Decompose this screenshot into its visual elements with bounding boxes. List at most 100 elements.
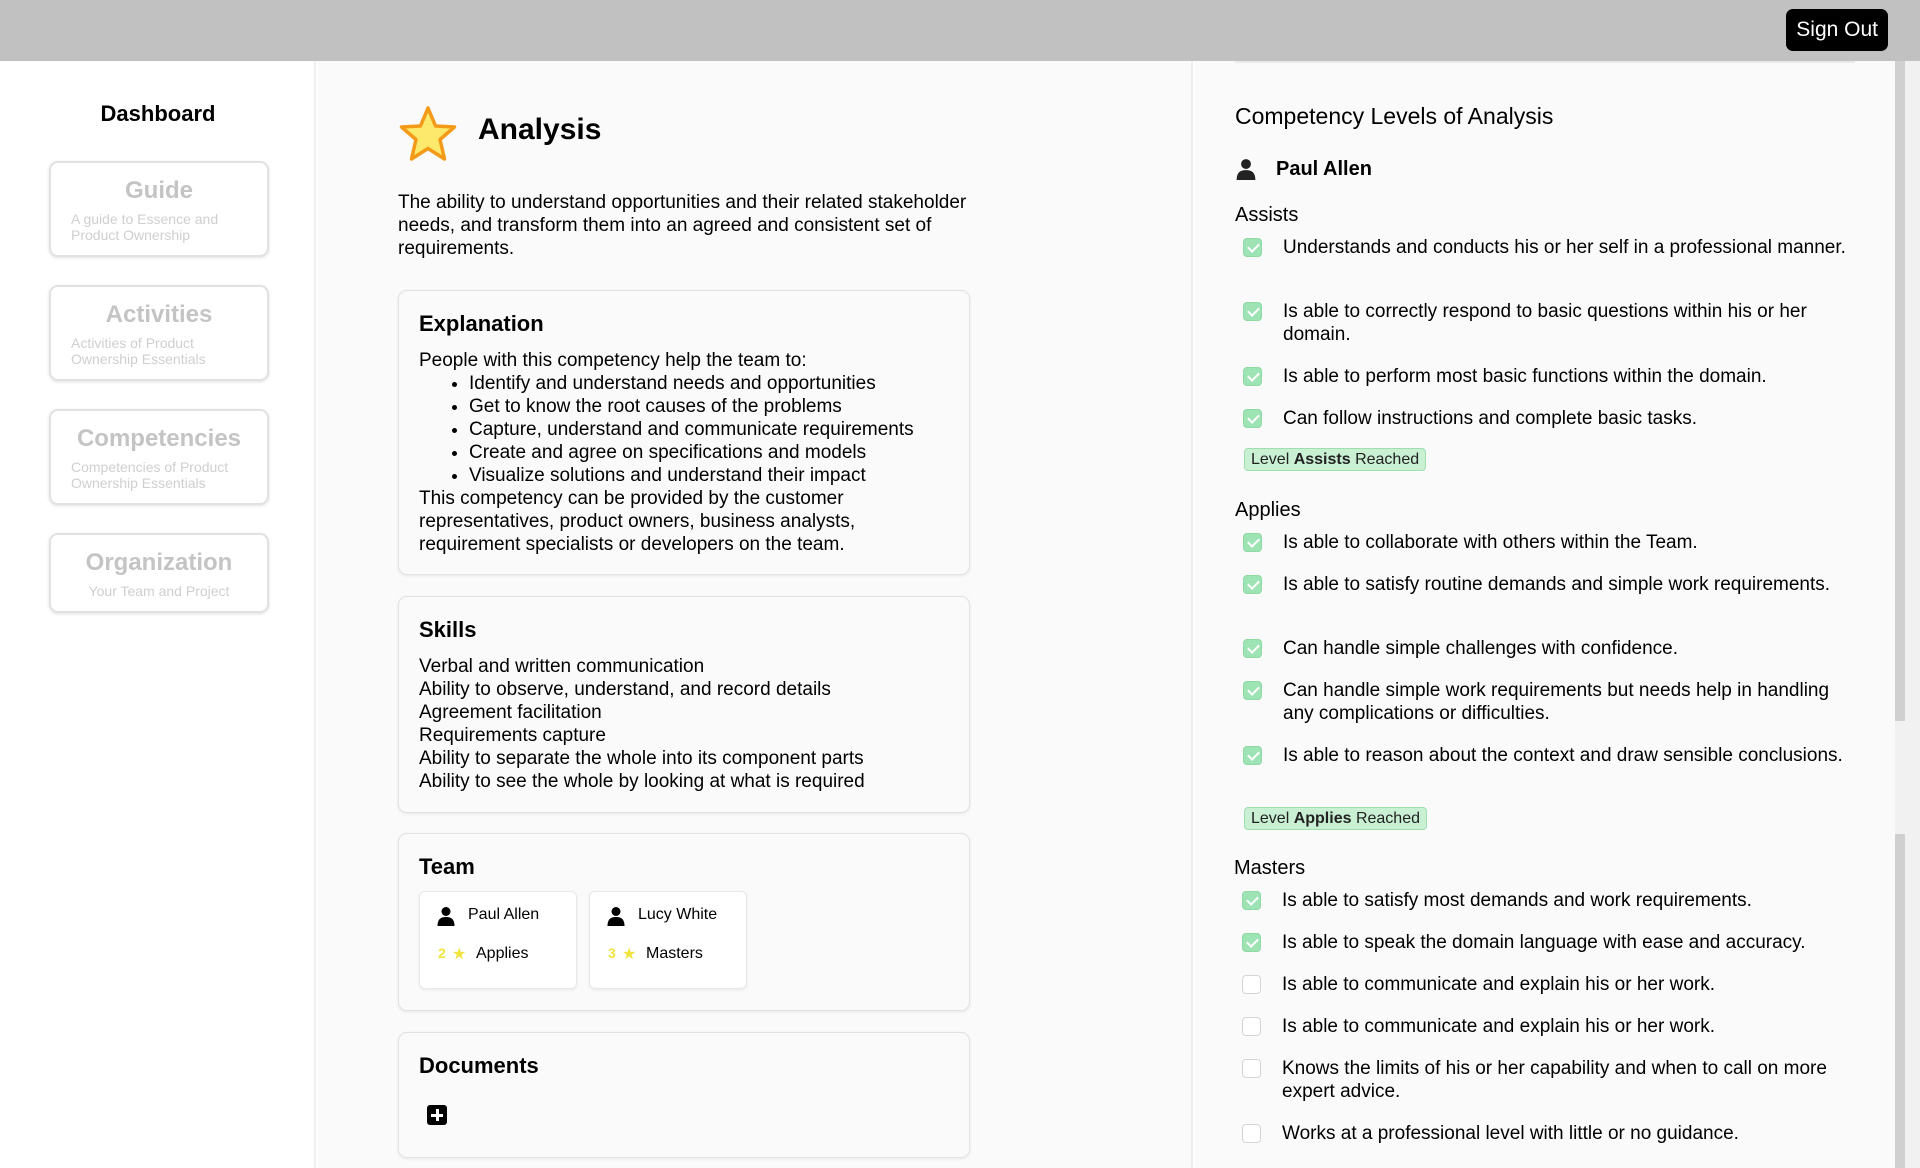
criterion-text: Is able to communicate and explain his o… [1282,1016,1715,1037]
criterion-checkbox[interactable] [1242,933,1261,952]
divider [1235,61,1855,63]
criterion-checkbox[interactable] [1243,409,1262,428]
level-heading-masters: Masters [1234,857,1306,879]
member-level-number: 3 [608,945,616,961]
user-icon [437,907,455,926]
explanation-card: Explanation People with this competency … [398,290,970,575]
skill-item: Ability to see the whole by looking at w… [419,771,865,792]
member-level-number: 2 [438,945,446,961]
criterion-text: Is able to speak the domain language wit… [1282,932,1806,953]
star-icon: ★ [452,946,467,963]
explanation-outro: This competency can be provided by the c… [419,488,856,555]
level-reached-badge: Level Assists Reached [1244,448,1427,471]
list-item: Capture, understand and communicate requ… [469,418,949,441]
star-icon [399,106,457,161]
criterion-text: Can handle simple challenges with confid… [1283,638,1679,659]
team-member-card[interactable]: Lucy White 3 ★ Masters [589,891,747,989]
skills-card: Skills Verbal and written communication … [398,596,970,813]
explanation-heading: Explanation [419,311,544,336]
criterion-checkbox[interactable] [1243,367,1262,386]
user-icon [607,907,625,926]
star-icon: ★ [622,946,637,963]
skills-heading: Skills [419,617,477,642]
criterion-checkbox[interactable] [1243,746,1262,765]
page-title: Analysis [478,113,602,146]
list-item: Identify and understand needs and opport… [469,372,949,395]
criterion-checkbox[interactable] [1243,575,1262,594]
documents-heading: Documents [419,1053,539,1078]
skill-item: Verbal and written communication [419,656,705,677]
sidebar-item-guide[interactable]: Guide A guide to Essence and Product Own… [49,161,269,257]
team-heading: Team [419,854,475,879]
explanation-intro: People with this competency help the tea… [419,350,807,371]
sidebar-item-title: Guide [124,177,193,204]
sidebar-item-subtitle: Your Team and Project [88,583,230,599]
skill-item: Agreement facilitation [419,702,602,723]
competency-detail-panel: Analysis The ability to understand oppor… [318,61,1193,1168]
criterion-text: Works at a professional level with littl… [1282,1123,1739,1144]
person-name: Paul Allen [1276,158,1372,180]
explanation-list: Identify and understand needs and opport… [469,372,949,487]
criterion-checkbox[interactable] [1242,975,1261,994]
criterion-text: Is able to reason about the context and … [1283,745,1843,766]
criterion-text: Is able to satisfy most demands and work… [1282,890,1752,911]
documents-card: Documents [398,1032,970,1158]
criterion-text: Is able to perform most basic functions … [1283,366,1767,387]
sidebar-item-competencies[interactable]: Competencies Competencies of Product Own… [49,409,269,505]
badge-level: Assists [1293,451,1351,468]
sidebar-item-subtitle: Activities of Product Ownership Essentia… [71,335,206,367]
skill-item: Ability to separate the whole into its c… [419,748,864,769]
dashboard-title: Dashboard [100,101,216,126]
top-bar: Sign Out [0,0,1920,61]
criterion-checkbox[interactable] [1242,1124,1261,1143]
sidebar-item-title: Activities [105,301,213,328]
scrollbar-thumb[interactable] [1895,61,1905,721]
levels-title: Competency Levels of Analysis [1235,103,1554,129]
criterion-checkbox[interactable] [1243,681,1262,700]
member-level: Applies [476,945,529,962]
sidebar-item-subtitle: A guide to Essence and Product Ownership [71,211,219,243]
skill-item: Ability to observe, understand, and reco… [419,679,831,700]
criterion-checkbox[interactable] [1242,1017,1261,1036]
criterion-checkbox[interactable] [1243,238,1262,257]
sidebar-item-title: Competencies [76,425,242,452]
team-member-card[interactable]: Paul Allen 2 ★ Applies [419,891,577,989]
list-item: Get to know the root causes of the probl… [469,395,949,418]
criterion-text: Is able to communicate and explain his o… [1282,974,1715,995]
criterion-text: Is able to collaborate with others withi… [1283,532,1698,553]
sidebar-item-subtitle: Competencies of Product Ownership Essent… [71,459,229,491]
level-heading-assists: Assists [1235,204,1299,226]
criterion-text: Is able to correctly respond to basic qu… [1283,301,1807,345]
badge-suffix: Reached [1351,810,1420,827]
member-name: Paul Allen [468,906,540,923]
badge-prefix: Level [1251,810,1294,827]
sidebar-item-title: Organization [85,549,233,576]
criterion-checkbox[interactable] [1243,533,1262,552]
criterion-checkbox[interactable] [1243,302,1262,321]
scrollbar[interactable] [1895,61,1920,1168]
criterion-checkbox[interactable] [1243,639,1262,658]
badge-prefix: Level [1251,451,1294,468]
sidebar-item-organization[interactable]: Organization Your Team and Project [49,533,269,613]
list-item: Create and agree on specifications and m… [469,441,949,464]
level-heading-applies: Applies [1235,499,1301,521]
level-reached-badge: Level Applies Reached [1244,807,1427,830]
list-item: Visualize solutions and understand their… [469,464,949,487]
badge-suffix: Reached [1350,451,1420,468]
sidebar-item-activities[interactable]: Activities Activities of Product Ownersh… [49,285,269,381]
criterion-text: Understands and conducts his or her self… [1283,237,1846,258]
sign-out-button[interactable]: Sign Out [1786,9,1888,51]
competency-levels-panel: Competency Levels of Analysis Paul Allen… [1195,61,1895,1168]
sidebar: Dashboard Guide A guide to Essence and P… [0,61,316,1168]
user-icon [1236,159,1256,180]
criterion-checkbox[interactable] [1242,891,1261,910]
member-level: Masters [646,945,703,962]
badge-level: Applies [1293,810,1352,827]
criterion-text: Can handle simple work requirements but … [1283,680,1830,724]
competency-description: The ability to understand opportunities … [398,192,967,259]
skill-item: Requirements capture [419,725,606,746]
plus-square-icon[interactable] [427,1105,447,1125]
criterion-text: Can follow instructions and complete bas… [1283,408,1697,429]
criterion-checkbox[interactable] [1242,1059,1261,1078]
scrollbar-thumb-secondary[interactable] [1895,834,1905,1168]
